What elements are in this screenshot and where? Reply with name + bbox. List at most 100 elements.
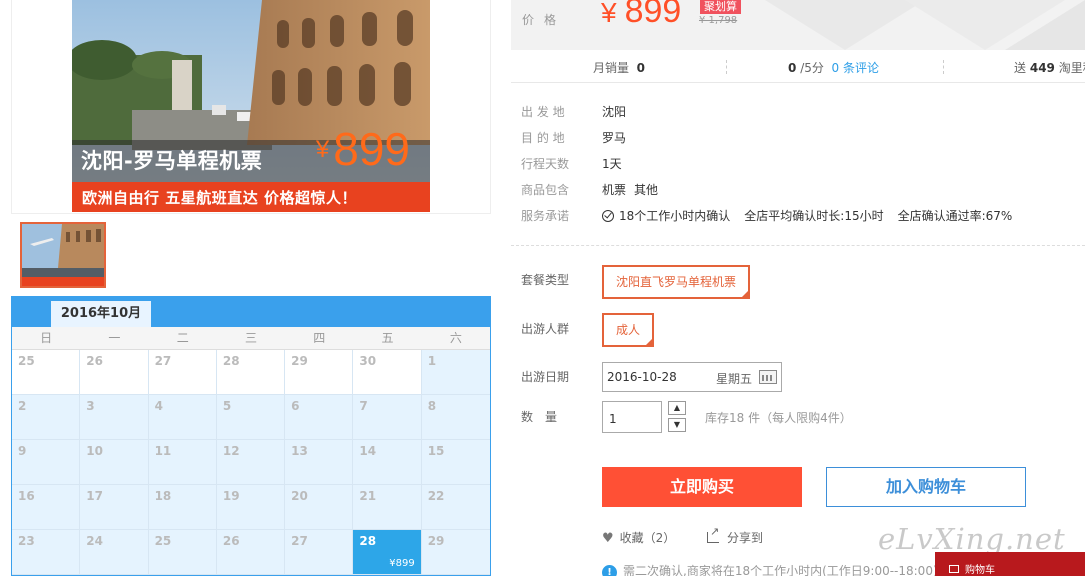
calendar-day[interactable]: 6: [285, 395, 354, 440]
weekday-label: 三: [244, 331, 257, 345]
selected-check-icon: ✓: [645, 337, 652, 345]
weekday-label: 五: [381, 331, 394, 345]
day-number: 23: [18, 534, 35, 548]
rating: 0 /5分 0 条评论: [788, 61, 879, 75]
cart-icon: [949, 565, 959, 573]
day-number: 9: [18, 444, 27, 458]
calendar-day: 29: [285, 350, 354, 395]
people-option[interactable]: 成人 ✓: [602, 313, 655, 347]
calendar-day[interactable]: 22: [421, 485, 490, 530]
day-number: 25: [154, 534, 172, 548]
info-icon: !: [602, 565, 617, 576]
section-divider: [511, 245, 1085, 246]
calendar-day[interactable]: 14: [353, 440, 422, 485]
day-number: 1: [427, 354, 437, 368]
calendar-day[interactable]: 25: [148, 530, 217, 575]
heart-icon: ♥: [602, 531, 614, 546]
day-number: 22: [427, 489, 445, 503]
weekday-label: 六: [449, 331, 462, 345]
calendar-day[interactable]: 11: [148, 440, 217, 485]
check-icon: [602, 210, 614, 222]
day-number: 3: [86, 399, 95, 413]
day-number: 27: [291, 534, 308, 548]
package-label: 套餐类型: [521, 273, 570, 287]
calendar-day[interactable]: 13: [285, 440, 354, 485]
price-label: 价格: [522, 13, 567, 27]
prop-service: 服务承诺 18个工作小时内确认 全店平均确认时长:15小时 全店确认通过率:67%: [521, 209, 1013, 223]
calendar-day[interactable]: 27: [285, 530, 354, 575]
date-weekday: 星期五: [716, 372, 753, 386]
package-option[interactable]: 沈阳直飞罗马单程机票 ✓: [602, 265, 751, 299]
day-number: 17: [86, 489, 103, 503]
image-price: ¥899: [315, 123, 410, 175]
calendar-day[interactable]: 20: [285, 485, 354, 530]
cart-bar[interactable]: 购物车: [935, 552, 1085, 576]
calendar-day[interactable]: 9: [12, 440, 81, 485]
day-number: 5: [222, 399, 232, 413]
calendar-day[interactable]: 1: [421, 350, 490, 395]
buy-now-button[interactable]: 立即购买: [602, 467, 802, 507]
calendar-day[interactable]: 29: [421, 530, 490, 575]
prop-duration: 行程天数 1天: [521, 157, 622, 171]
calendar-day: 25: [12, 350, 81, 395]
share-icon: [707, 525, 719, 543]
calendar-day[interactable]: 15: [421, 440, 490, 485]
day-number: 29: [291, 354, 308, 368]
calendar-day[interactable]: 4: [148, 395, 217, 440]
day-number: 26: [86, 354, 103, 368]
calendar-day[interactable]: 21: [353, 485, 422, 530]
calendar-day: 27: [148, 350, 217, 395]
weekday-label: 日: [40, 331, 53, 345]
prop-departure: 出 发 地沈阳: [521, 105, 627, 119]
price-box: 价格 ¥899 聚划算 ¥ 1,798: [511, 0, 1085, 50]
day-number: 30: [359, 354, 377, 368]
reviews-link[interactable]: 0 条评论: [832, 61, 879, 75]
quantity-increase-button[interactable]: ▲: [668, 401, 686, 415]
calendar-day-selected[interactable]: 28 ¥899: [353, 530, 422, 575]
sales-stats: 月销量 0 0 /5分 0 条评论 送 449 淘里程: [511, 50, 1085, 83]
calendar-day[interactable]: 26: [216, 530, 286, 575]
day-number: 25: [18, 354, 35, 368]
calendar-day[interactable]: 3: [80, 395, 149, 440]
calendar-day[interactable]: 8: [421, 395, 490, 440]
day-number: 16: [18, 489, 35, 503]
quantity-label: 数 量: [521, 410, 558, 424]
colosseum-photo: [72, 0, 430, 212]
monthly-sales: 月销量 0: [593, 61, 646, 75]
calendar-day[interactable]: 19: [216, 485, 286, 530]
calendar-day[interactable]: 18: [148, 485, 217, 530]
calendar-day[interactable]: 12: [216, 440, 286, 485]
calendar-day[interactable]: 17: [80, 485, 149, 530]
prop-includes: 商品包含 机票 其他: [521, 183, 659, 197]
share-button[interactable]: 分享到: [707, 525, 763, 546]
day-number: 4: [154, 399, 163, 413]
stock-info: 库存18 件（每人限购4件）: [705, 411, 852, 425]
date-label: 出游日期: [521, 370, 570, 384]
image-promo-strip: 欧洲自由行 五星航班直达 价格超惊人！: [72, 182, 430, 212]
quantity-decrease-button[interactable]: ▼: [668, 418, 686, 432]
favorite-button[interactable]: ♥ 收藏（2）: [602, 529, 675, 546]
calendar-header: 2016年10月: [12, 297, 490, 327]
selected-check-icon: ✓: [741, 289, 748, 297]
calendar-day[interactable]: 16: [12, 485, 81, 530]
calendar-day[interactable]: 24: [80, 530, 149, 575]
quantity-input[interactable]: 1: [602, 401, 662, 433]
mileage-points: 送 449 淘里程: [1014, 61, 1085, 75]
date-picker[interactable]: 2016-10-28 星期五: [602, 362, 782, 392]
calendar-day[interactable]: 7: [353, 395, 422, 440]
weekday-label: 二: [176, 331, 189, 345]
day-number: 21: [359, 489, 377, 503]
calendar-day[interactable]: 5: [216, 395, 286, 440]
day-number: 7: [359, 399, 368, 413]
weekday-label: 一: [108, 331, 121, 345]
thumbnail[interactable]: [20, 222, 106, 288]
calendar-icon[interactable]: [759, 370, 777, 384]
calendar-month: 2016年10月: [51, 301, 151, 327]
confirmation-notice: ! 需二次确认,商家将在18个工作小时内(工作日9:00--18:00): [602, 562, 938, 576]
add-to-cart-button[interactable]: 加入购物车: [826, 467, 1026, 507]
day-number: 27: [154, 354, 172, 368]
calendar-day[interactable]: 23: [12, 530, 81, 575]
calendar-day[interactable]: 10: [80, 440, 149, 485]
day-number: 10: [86, 444, 103, 458]
calendar-day[interactable]: 2: [12, 395, 81, 440]
